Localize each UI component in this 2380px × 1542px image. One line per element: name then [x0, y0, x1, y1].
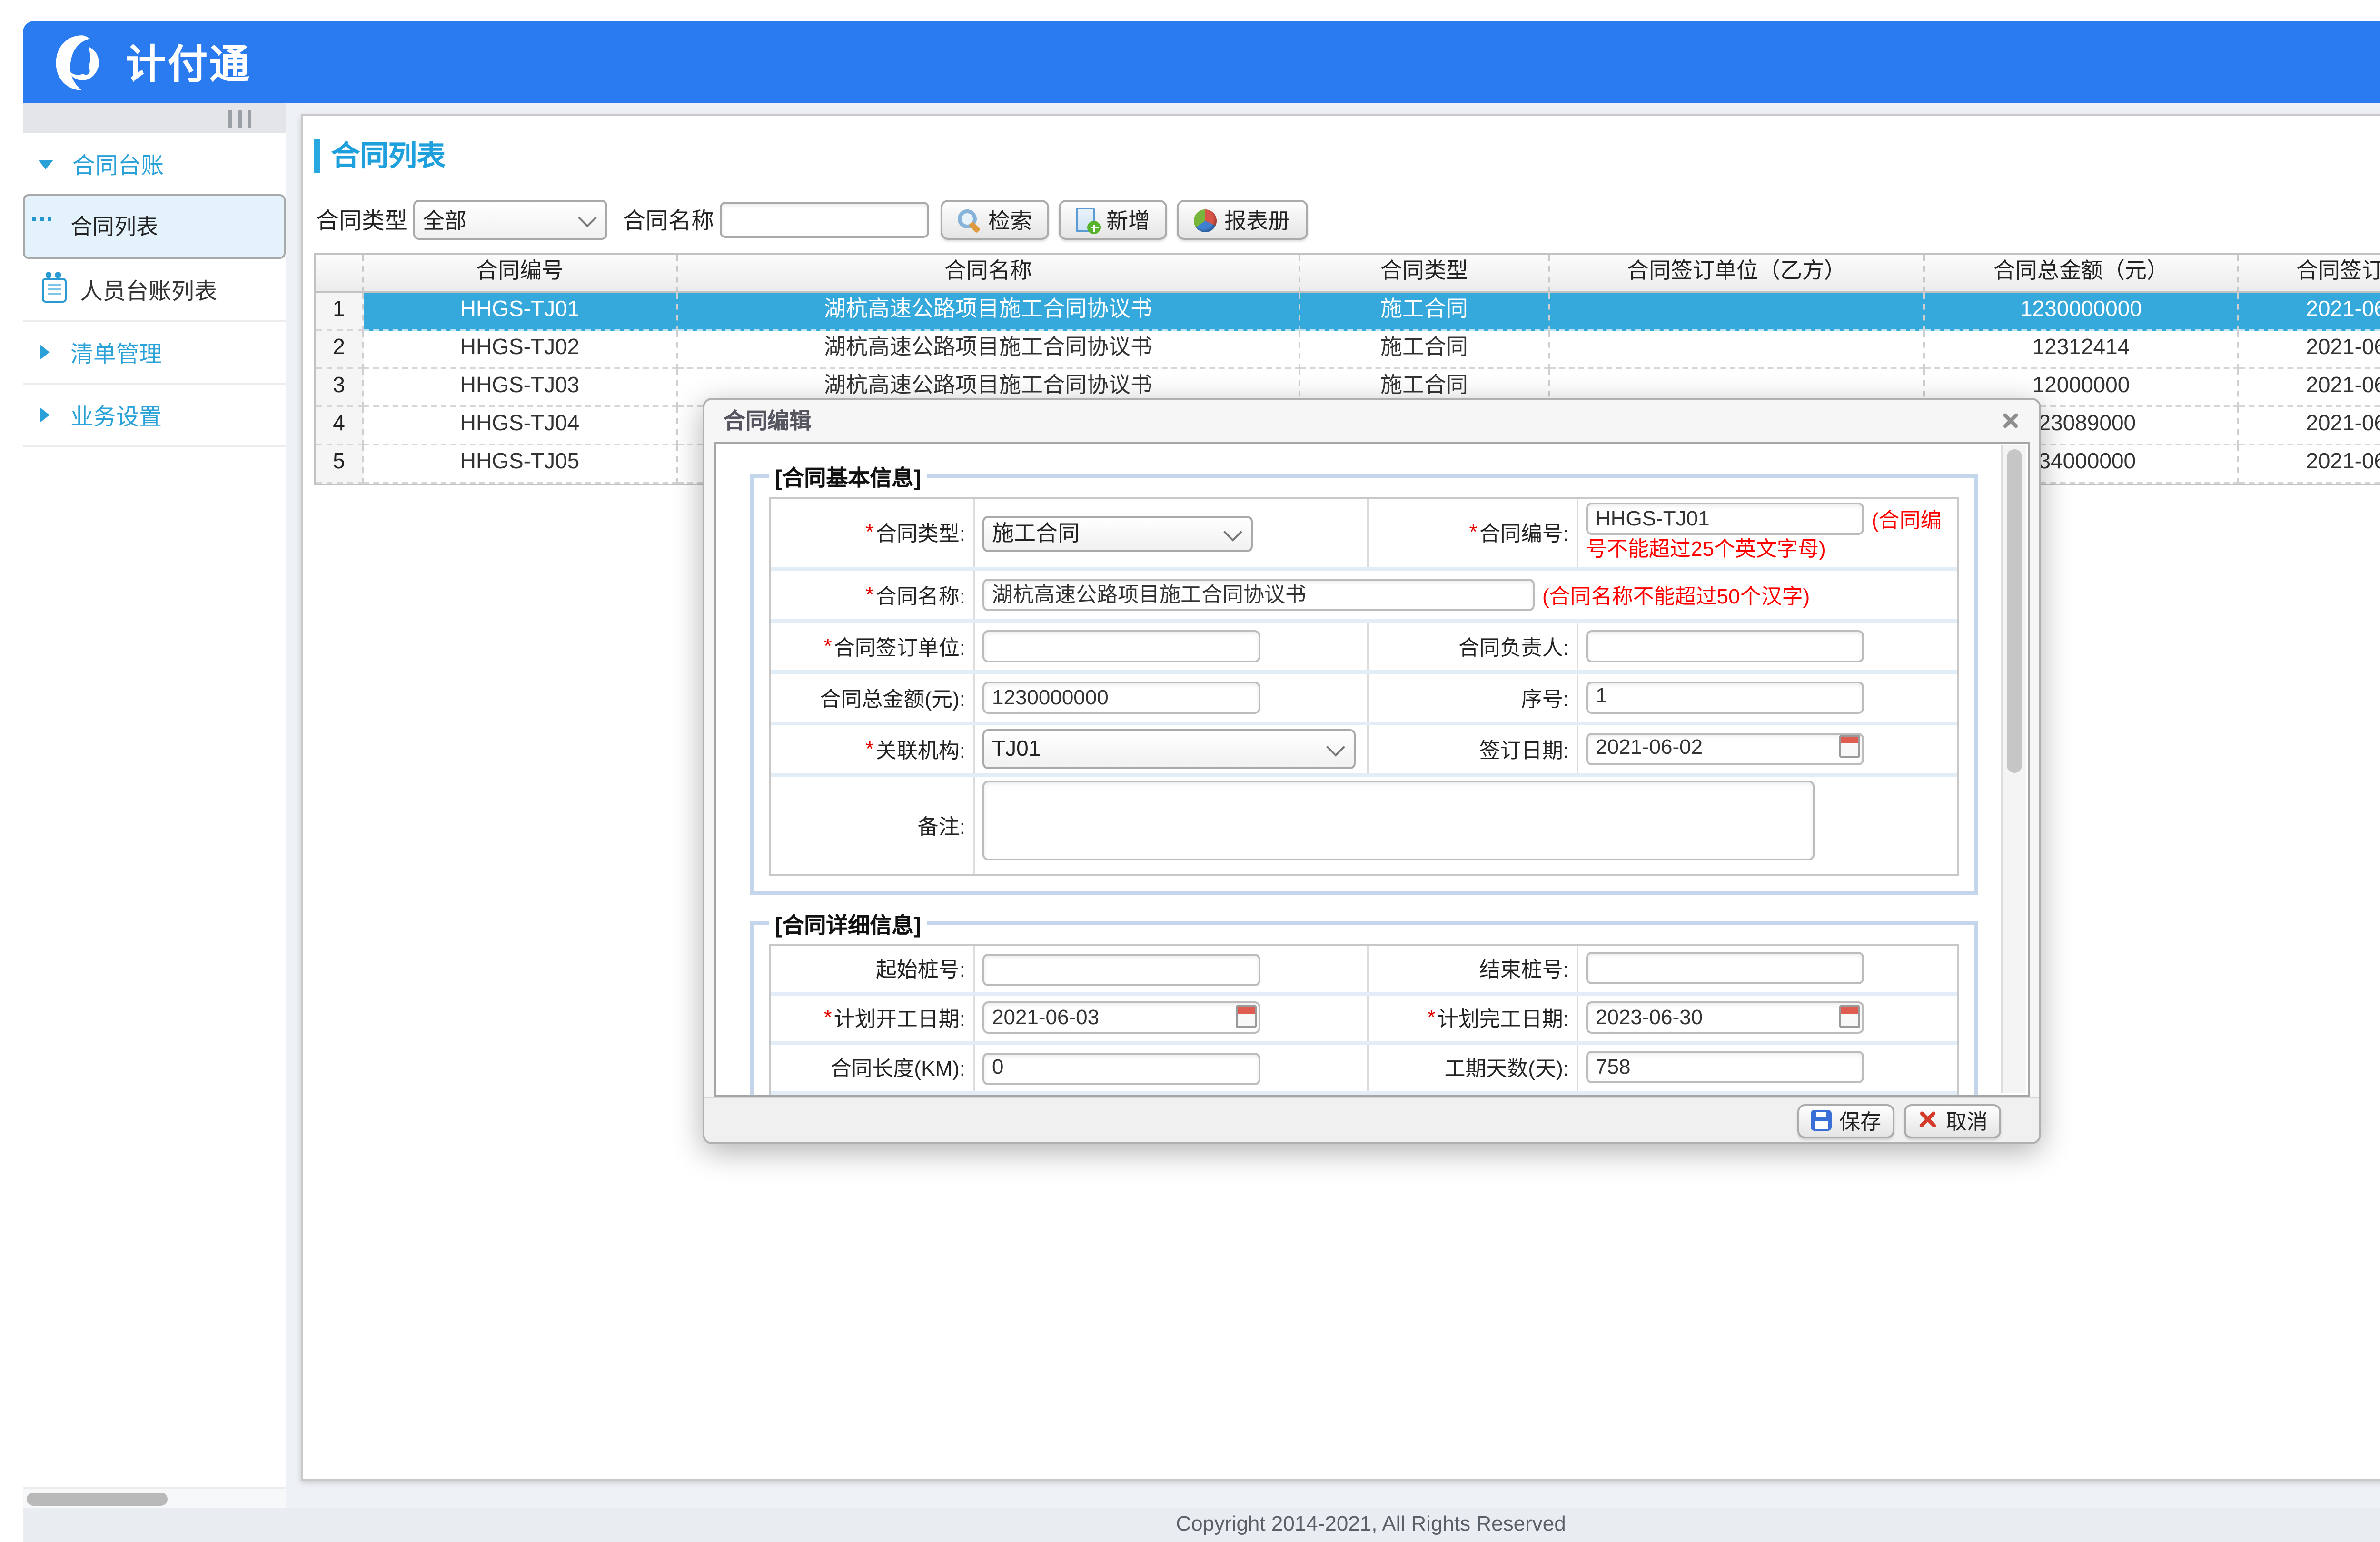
plan-end-date-input[interactable] — [1586, 1002, 1864, 1034]
dialog-body: [合同基本信息] *合同类型: 施工合同 *合同编号: — [714, 442, 2030, 1097]
chevron-down-icon — [578, 208, 597, 227]
col-header-date[interactable]: 合同签订日期 — [2239, 255, 2380, 293]
pie-chart-icon — [1194, 208, 1217, 231]
sidebar-group-list-management[interactable]: 清单管理 — [23, 322, 286, 385]
title-accent-bar — [314, 138, 320, 172]
cancel-button[interactable]: 取消 — [1904, 1103, 2001, 1137]
copyright-text: Copyright 2014-2021, All Rights Reserved — [1176, 1513, 1566, 1536]
save-disk-icon — [1811, 1110, 1832, 1131]
related-org-select[interactable]: TJ01 — [982, 729, 1356, 769]
contract-type-field-label: *合同类型: — [771, 499, 975, 567]
plan-end-field-label: *计划完工日期: — [1369, 996, 1578, 1041]
section-label: [合同详细信息] — [769, 910, 927, 940]
col-header-party[interactable]: 合同签订单位（乙方） — [1550, 255, 1925, 293]
total-amount-input[interactable] — [982, 682, 1260, 714]
end-pile-input[interactable] — [1586, 952, 1864, 985]
sign-party-field-label: *合同签订单位: — [771, 623, 975, 670]
list-icon — [32, 215, 57, 238]
sidebar-group-business-settings[interactable]: 业务设置 — [23, 385, 286, 447]
col-header-code[interactable]: 合同编号 — [364, 255, 678, 293]
app-window: 计付通 通知 管理员 合同台账 合同列表 — [0, 0, 2380, 1542]
contract-owner-field-label: 合同负责人: — [1369, 623, 1578, 670]
col-header-amount[interactable]: 合同总金额（元） — [1925, 255, 2239, 293]
contract-length-input[interactable] — [982, 1052, 1260, 1084]
remark-field-label: 备注: — [771, 777, 975, 874]
caret-down-icon — [38, 159, 53, 168]
sidebar: 合同台账 合同列表 人员台账列表 清单管理 业务设置 — [23, 103, 286, 1508]
dialog-scrollbar-track[interactable] — [2001, 445, 2026, 1093]
chevron-down-icon — [1223, 522, 1242, 541]
contract-owner-input[interactable] — [1586, 630, 1864, 662]
name-validation-note: (合同名称不能超过50个汉字) — [1542, 585, 1810, 608]
sidebar-collapse-handle[interactable] — [23, 103, 286, 133]
plan-start-date-input[interactable] — [982, 1002, 1260, 1034]
total-amount-field-label: 合同总金额(元): — [771, 674, 975, 722]
contract-name-label: 合同名称 — [623, 204, 714, 236]
contract-name-input[interactable] — [720, 202, 929, 238]
contract-code-field-label: *合同编号: — [1369, 499, 1578, 567]
cancel-x-icon — [1917, 1110, 1938, 1131]
toolbar: 合同类型 全部 合同名称 检索 新增 报表册 — [316, 200, 1317, 240]
report-button[interactable]: 报表册 — [1177, 200, 1307, 240]
basic-info-section: [合同基本信息] *合同类型: 施工合同 *合同编号: — [750, 474, 1978, 895]
calendar-icon[interactable] — [1236, 1005, 1257, 1028]
contract-type-label: 合同类型 — [316, 204, 407, 236]
caret-right-icon — [40, 345, 50, 360]
top-header: 计付通 通知 管理员 — [23, 21, 2380, 103]
sidebar-item-person-ledger[interactable]: 人员台账列表 — [23, 259, 286, 322]
dialog-titlebar[interactable]: 合同编辑 — [704, 400, 2039, 442]
sequence-field-label: 序号: — [1369, 674, 1578, 722]
add-button[interactable]: 新增 — [1059, 200, 1167, 240]
duration-days-field-label: 工期天数(天): — [1369, 1045, 1578, 1091]
sidebar-group-contract-ledger[interactable]: 合同台账 — [23, 133, 286, 194]
start-pile-field-label: 起始桩号: — [771, 946, 975, 992]
page-title: 合同列表 — [314, 135, 446, 175]
col-header-name[interactable]: 合同名称 — [678, 255, 1300, 293]
save-button[interactable]: 保存 — [1797, 1103, 1894, 1137]
detail-info-section: [合同详细信息] 起始桩号: 结束桩号: *计划开工日期: — [750, 921, 1978, 1097]
scrollbar-thumb[interactable] — [27, 1492, 168, 1505]
dialog-scrollbar-thumb[interactable] — [2007, 449, 2022, 773]
copyright-footer: Copyright 2014-2021, All Rights Reserved — [23, 1508, 2380, 1542]
sequence-input[interactable] — [1586, 681, 1864, 713]
remark-textarea[interactable] — [982, 781, 1815, 860]
contract-length-field-label: 合同长度(KM): — [771, 1045, 975, 1091]
section-label: [合同基本信息] — [769, 463, 927, 493]
sign-date-field-label: 签订日期: — [1369, 725, 1578, 773]
col-header-num[interactable] — [316, 255, 364, 293]
close-icon[interactable] — [2001, 411, 2020, 430]
related-org-field-label: *关联机构: — [771, 725, 975, 773]
app-logo-icon — [50, 30, 114, 94]
brand: 计付通 — [50, 30, 251, 94]
add-document-icon — [1076, 208, 1099, 232]
contract-type-select[interactable]: 全部 — [413, 200, 607, 240]
contract-type-field-select[interactable]: 施工合同 — [982, 515, 1253, 551]
chevron-down-icon — [1326, 738, 1345, 757]
sidebar-horizontal-scrollbar[interactable] — [23, 1487, 286, 1508]
search-icon — [958, 208, 981, 231]
calendar-icon[interactable] — [1839, 736, 1860, 759]
sign-date-input[interactable] — [1586, 732, 1864, 765]
end-pile-field-label: 结束桩号: — [1369, 946, 1578, 992]
calendar-icon[interactable] — [1839, 1005, 1860, 1028]
clipboard-icon — [42, 277, 67, 302]
caret-right-icon — [40, 407, 50, 423]
contract-name-field-input[interactable] — [982, 578, 1535, 611]
app-title: 计付通 — [126, 33, 251, 90]
dialog-title: 合同编辑 — [724, 405, 811, 436]
contract-edit-dialog: 合同编辑 [合同基本信息] *合同类型: 施工合同 — [703, 398, 2041, 1144]
plan-start-field-label: *计划开工日期: — [771, 996, 975, 1041]
sign-party-input[interactable] — [982, 630, 1260, 662]
col-header-type[interactable]: 合同类型 — [1300, 255, 1550, 293]
start-pile-input[interactable] — [982, 953, 1260, 985]
contract-code-input[interactable] — [1586, 503, 1864, 535]
contract-name-field-label: *合同名称: — [771, 571, 975, 619]
dialog-footer: 保存 取消 — [704, 1097, 2039, 1142]
search-button[interactable]: 检索 — [941, 200, 1049, 240]
duration-days-input[interactable] — [1586, 1051, 1864, 1084]
sidebar-item-contract-list[interactable]: 合同列表 — [23, 194, 286, 259]
